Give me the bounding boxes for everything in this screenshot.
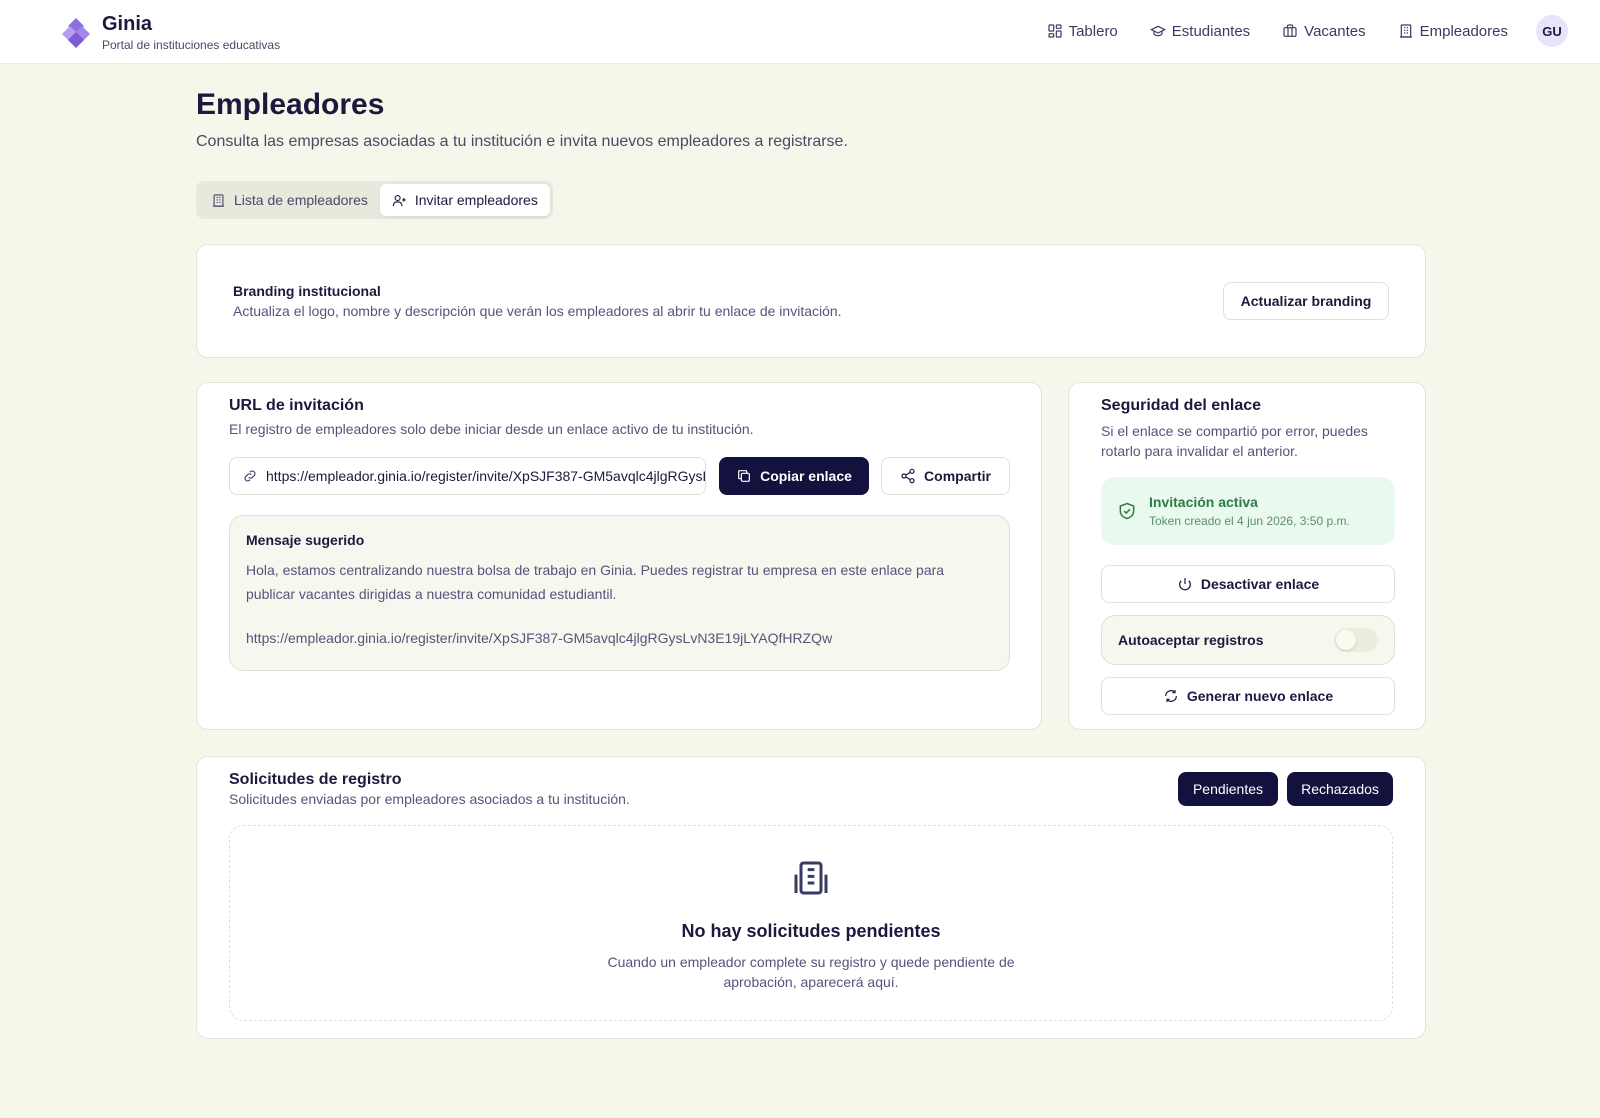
auto-accept-label: Autoaceptar registros [1118, 632, 1264, 648]
main-nav: Tablero Estudiantes Vacantes Empleadores… [1015, 14, 1568, 48]
deactivate-label: Desactivar enlace [1200, 576, 1320, 592]
deactivate-link-button[interactable]: Desactivar enlace [1101, 565, 1395, 603]
share-icon [901, 468, 915, 484]
suggested-message-body: Hola, estamos centralizando nuestra bols… [246, 562, 945, 602]
empty-state-title: No hay solicitudes pendientes [681, 921, 941, 941]
app-name: Ginia [102, 13, 153, 35]
invite-url-field[interactable]: https://empleador.ginia.io/register/invi… [229, 457, 706, 495]
filter-pendientes-button[interactable]: Pendientes [1178, 772, 1278, 806]
dashboard-icon [1047, 24, 1062, 38]
ginia-logo-icon [62, 17, 90, 48]
tab-invitar-empleadores[interactable]: Invitar empleadores [379, 184, 550, 216]
share-button[interactable]: Compartir [881, 457, 1010, 495]
suggested-message-box: Mensaje sugerido Hola, estamos centraliz… [229, 515, 1010, 671]
top-header: Ginia Portal de instituciones educativas… [0, 0, 1600, 64]
branding-card: Branding institucional Actualiza el logo… [196, 244, 1426, 358]
toggle-knob [1336, 630, 1356, 650]
security-description: Si el enlace se compartió por error, pue… [1101, 423, 1368, 459]
nav-item-estudiantes[interactable]: Estudiantes [1149, 14, 1251, 48]
copy-link-label: Copiar enlace [760, 468, 852, 484]
app-subtitle: Portal de instituciones educativas [102, 38, 281, 52]
briefcase-icon [1283, 24, 1297, 37]
building-icon [212, 193, 225, 207]
status-token-date: Token creado el 4 jun 2026, 3:50 p.m. [1149, 514, 1350, 528]
copy-link-button[interactable]: Copiar enlace [719, 457, 869, 495]
link-icon [244, 470, 256, 482]
nav-item-label: Tablero [1068, 22, 1118, 40]
nav-item-label: Empleadores [1419, 22, 1508, 40]
branding-description: Actualiza el logo, nombre y descripción … [233, 303, 842, 319]
invite-url-card: URL de invitación El registro de emplead… [196, 382, 1042, 730]
requests-description: Solicitudes enviadas por empleadores aso… [229, 791, 630, 807]
empty-state-description: Cuando un empleador complete su registro… [607, 954, 1015, 990]
nav-item-vacantes[interactable]: Vacantes [1282, 14, 1366, 48]
suggested-message-title: Mensaje sugerido [246, 532, 365, 548]
shield-check-icon [1119, 502, 1135, 520]
link-security-card: Seguridad del enlace Si el enlace se com… [1068, 382, 1426, 730]
building-icon [794, 861, 828, 895]
registration-requests-card: Solicitudes de registro Solicitudes envi… [196, 756, 1426, 1039]
user-plus-icon [392, 194, 406, 206]
empty-state: No hay solicitudes pendientes Cuando un … [229, 825, 1393, 1021]
nav-item-label: Vacantes [1304, 22, 1366, 40]
tab-bar: Lista de empleadores Invitar empleadores [196, 181, 553, 219]
branding-title: Branding institucional [233, 283, 381, 299]
suggested-message-link: https://empleador.ginia.io/register/invi… [246, 630, 833, 646]
share-label: Compartir [924, 468, 991, 484]
nav-item-label: Estudiantes [1171, 22, 1251, 40]
auto-accept-row: Autoaceptar registros [1101, 615, 1395, 665]
brand[interactable]: Ginia Portal de instituciones educativas [58, 12, 280, 53]
security-title: Seguridad del enlace [1101, 397, 1262, 414]
tab-label: Invitar empleadores [414, 192, 538, 208]
auto-accept-toggle[interactable] [1334, 628, 1378, 652]
update-branding-button[interactable]: Actualizar branding [1223, 282, 1389, 320]
copy-icon [738, 470, 751, 482]
invite-url-title: URL de invitación [229, 397, 364, 414]
user-avatar[interactable]: GU [1536, 15, 1568, 47]
invite-url-value: https://empleador.ginia.io/register/invi… [266, 468, 705, 484]
page-subtitle: Consulta las empresas asociadas a tu ins… [196, 133, 848, 150]
page-title: Empleadores [196, 88, 385, 121]
nav-item-tablero[interactable]: Tablero [1047, 14, 1118, 48]
filter-rechazados-button[interactable]: Rechazados [1287, 772, 1393, 806]
regenerate-link-button[interactable]: Generar nuevo enlace [1101, 677, 1395, 715]
requests-title: Solicitudes de registro [229, 771, 402, 788]
refresh-icon [1164, 690, 1177, 702]
status-title: Invitación activa [1149, 494, 1258, 510]
tab-lista-empleadores[interactable]: Lista de empleadores [199, 184, 380, 216]
graduation-cap-icon [1149, 25, 1166, 37]
building-icon [1399, 24, 1412, 38]
regenerate-label: Generar nuevo enlace [1186, 688, 1334, 704]
nav-item-empleadores[interactable]: Empleadores [1398, 14, 1508, 48]
tab-label: Lista de empleadores [234, 192, 368, 208]
power-icon [1178, 578, 1191, 591]
invite-url-description: El registro de empleadores solo debe ini… [229, 421, 754, 437]
invitation-status: Invitación activa Token creado el 4 jun … [1101, 477, 1395, 545]
